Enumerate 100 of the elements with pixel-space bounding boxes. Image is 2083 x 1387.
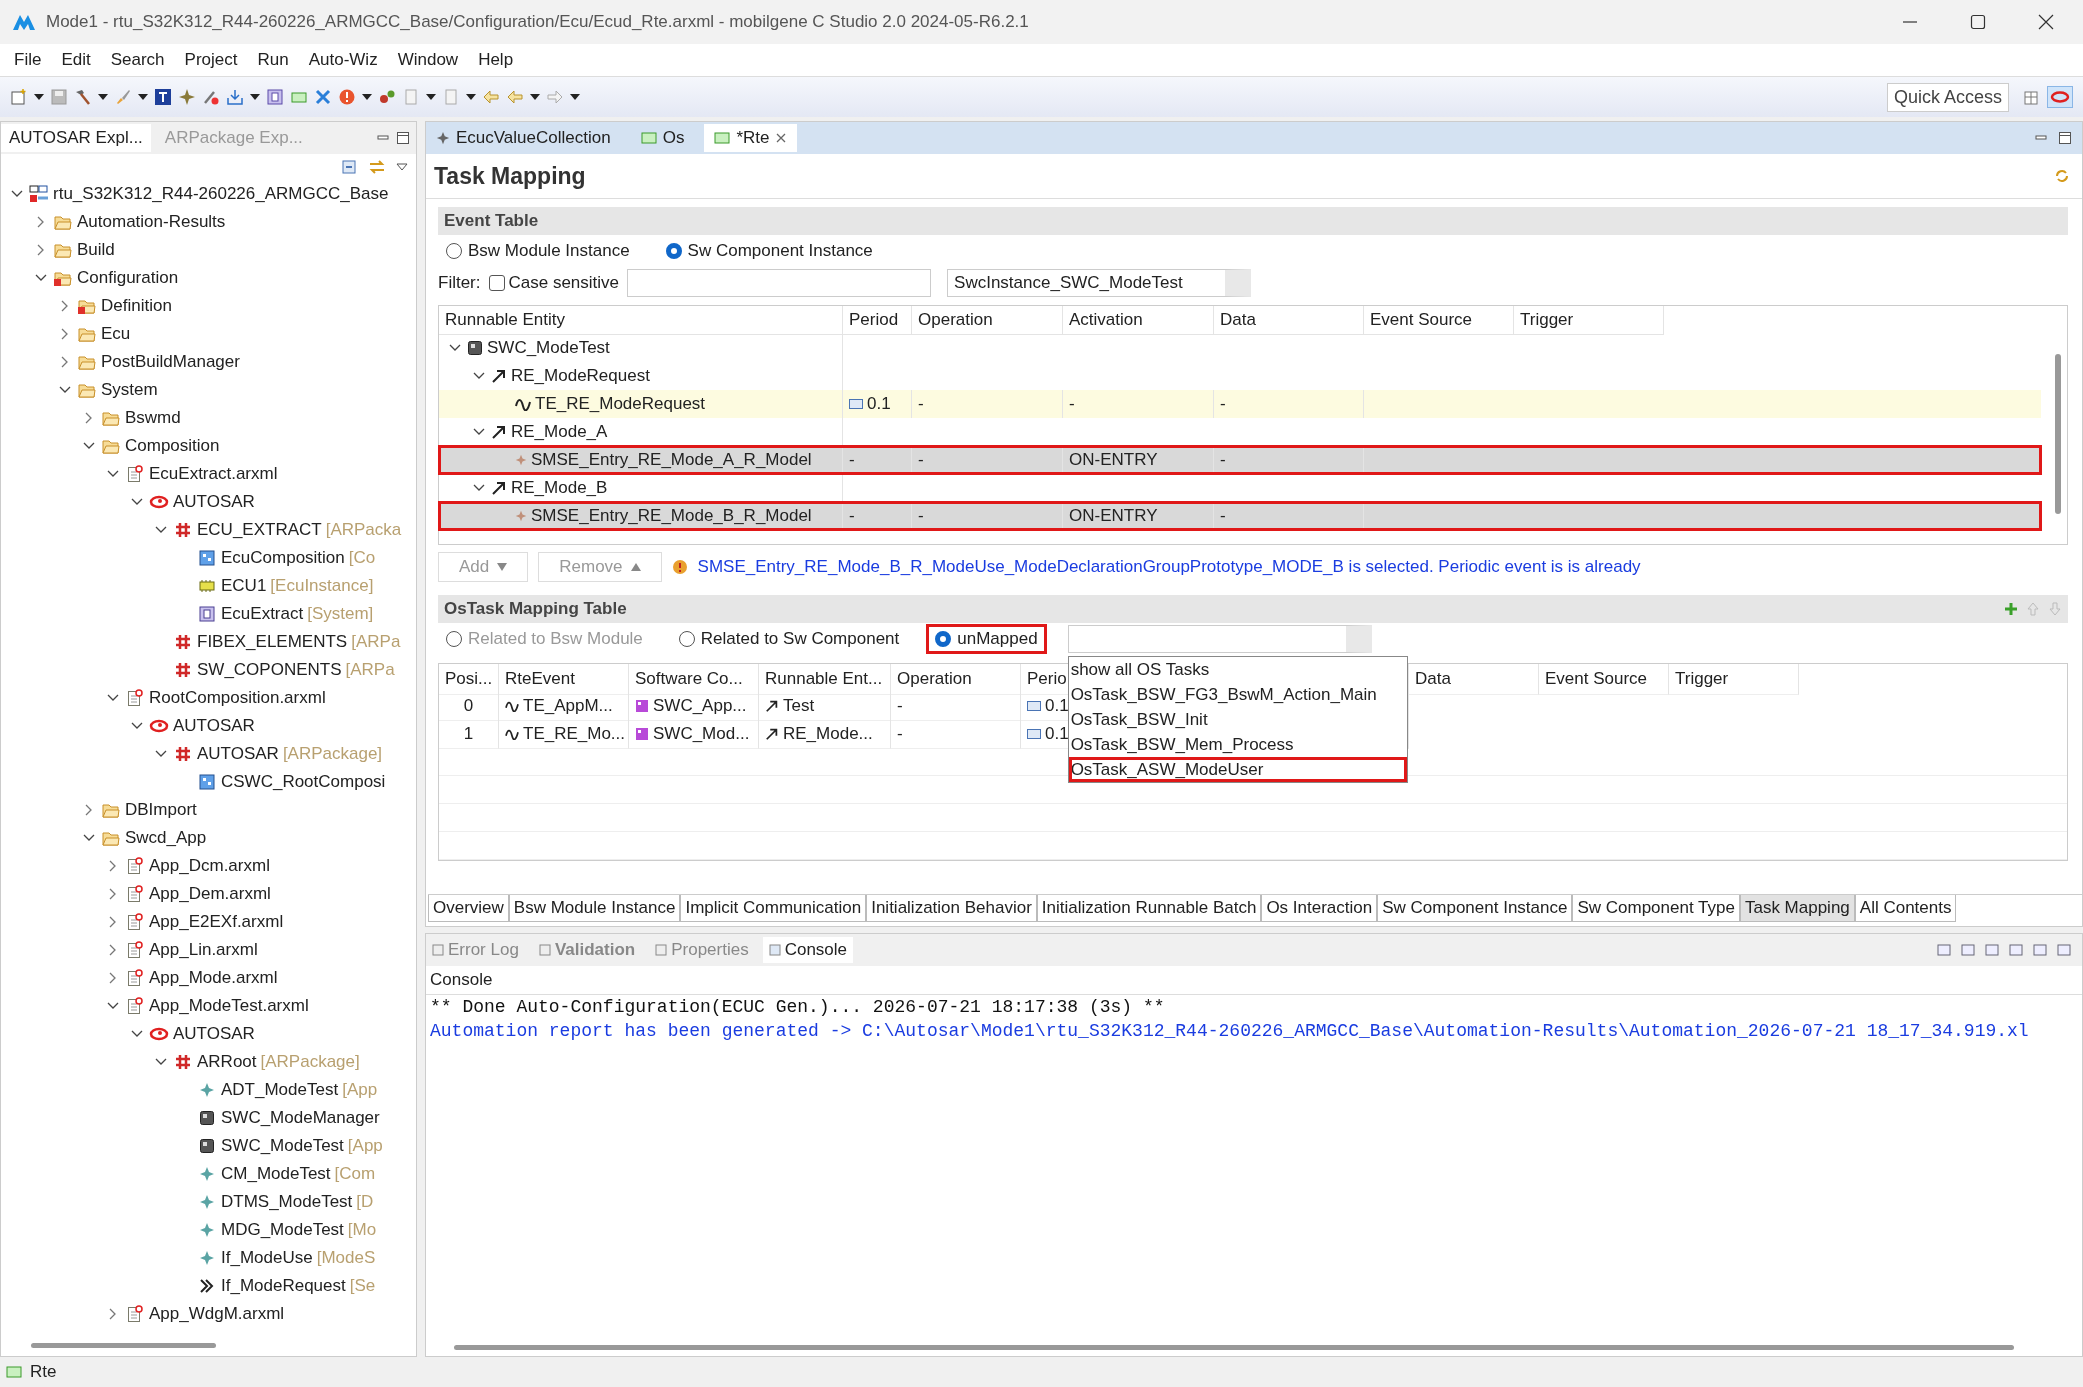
dropdown-option[interactable]: show all OS Tasks [1068, 657, 1407, 682]
tree-item[interactable]: CSWC_RootComposi [221, 772, 386, 792]
import-icon[interactable] [226, 88, 244, 106]
tree-item[interactable]: AUTOSAR [173, 716, 255, 736]
tree-item[interactable]: CM_ModeTest [221, 1164, 331, 1184]
tree-item[interactable]: EcuExtract [221, 604, 304, 624]
tree-item[interactable]: RootComposition.arxml [149, 688, 326, 708]
column-header[interactable]: Perio [1027, 669, 1067, 689]
tree-item[interactable]: DBImport [125, 800, 197, 820]
caret-icon[interactable] [570, 94, 580, 100]
chevron-right-icon[interactable] [109, 916, 117, 928]
refresh-icon[interactable] [2054, 168, 2070, 184]
filter-field[interactable] [627, 269, 932, 297]
caret-icon[interactable] [362, 94, 372, 100]
chevron-right-icon[interactable] [109, 972, 117, 984]
sparkle-icon[interactable] [178, 88, 196, 106]
caret-icon[interactable] [426, 94, 436, 100]
view-tab[interactable]: AUTOSAR Expl... [1, 124, 151, 152]
chevron-down-icon[interactable] [155, 1058, 167, 1066]
chevron-right-icon[interactable] [61, 300, 69, 312]
chevron-down-icon[interactable] [155, 750, 167, 758]
menu-item[interactable]: Window [389, 48, 467, 72]
tree-item[interactable]: AUTOSAR [173, 492, 255, 512]
table-row[interactable]: TE_RE_ModeRequest 0.1 - - - [439, 390, 2041, 418]
column-header[interactable]: Activation [1069, 309, 1143, 330]
tree-item[interactable]: If_ModeRequest [221, 1276, 346, 1296]
caret-icon[interactable] [138, 94, 148, 100]
tree-item[interactable]: AUTOSAR [173, 1024, 255, 1044]
tree-item[interactable]: App_Mode.arxml [149, 968, 278, 988]
tree-item[interactable]: ARRoot [197, 1052, 257, 1072]
cross-icon[interactable] [314, 88, 332, 106]
tree-item[interactable]: If_ModeUse [221, 1248, 313, 1268]
back-arrow-icon[interactable] [506, 88, 524, 106]
tree-item[interactable]: ECU_EXTRACT [197, 520, 322, 540]
maximize-icon[interactable] [396, 131, 410, 145]
tree-item[interactable]: App_Dem.arxml [149, 884, 271, 904]
new-file-icon[interactable] [10, 88, 28, 106]
column-header[interactable]: Software Co... [635, 669, 743, 689]
tree-item[interactable]: App_Lin.arxml [149, 940, 258, 960]
close-icon[interactable] [775, 132, 788, 144]
tree-item[interactable]: Bswmd [125, 408, 181, 428]
maximize-icon[interactable] [2058, 131, 2072, 145]
column-header[interactable]: Operation [918, 309, 993, 330]
menu-item[interactable]: Help [470, 48, 522, 72]
maximize-icon[interactable] [1969, 13, 1987, 31]
chevron-down-icon[interactable] [131, 722, 143, 730]
tree-item[interactable]: Definition [101, 296, 172, 316]
menu-item[interactable]: Run [249, 48, 297, 72]
menu-item[interactable]: Auto-Wiz [300, 48, 386, 72]
warning-icon[interactable] [338, 88, 356, 106]
add-icon[interactable] [2004, 602, 2018, 616]
tree-item[interactable]: App_WdgM.arxml [149, 1304, 285, 1324]
radio-option[interactable]: Related to Sw Component [672, 627, 906, 651]
case-sensitive-checkbox[interactable]: Case sensitive [488, 273, 620, 293]
chevron-down-icon[interactable] [473, 372, 485, 380]
link-arrows-icon[interactable] [368, 158, 386, 176]
table-row[interactable]: SMSE_Entry_RE_Mode_A_R_Model - - ON-ENTRY - [439, 446, 2041, 474]
editor-tab[interactable]: EcucValueCollection [426, 124, 621, 152]
column-header[interactable]: Event Source [1545, 669, 1648, 689]
tree-item[interactable]: Build [77, 240, 115, 260]
page-tab[interactable]: Sw Component Type [1572, 895, 1740, 922]
column-header[interactable]: Trigger [1520, 309, 1574, 330]
tree-item[interactable]: Automation-Results [77, 212, 226, 232]
menu-item[interactable]: Edit [53, 48, 99, 72]
radio-option[interactable]: Sw Component Instance [659, 239, 879, 263]
tree-item[interactable]: Configuration [77, 268, 179, 288]
radio-option[interactable]: unMapped [929, 627, 1044, 651]
back-arrow-icon[interactable] [482, 88, 500, 106]
column-header[interactable]: Data [1415, 669, 1451, 689]
gears-icon[interactable] [378, 88, 396, 106]
column-header[interactable]: Runnable Entity [445, 309, 566, 330]
brush-icon[interactable] [114, 88, 132, 106]
chevron-right-icon[interactable] [85, 804, 93, 816]
page-tab[interactable]: Implicit Communication [680, 895, 867, 922]
chevron-down-icon[interactable] [473, 428, 485, 436]
column-header[interactable]: RteEvent [505, 669, 575, 689]
caret-icon[interactable] [530, 94, 540, 100]
dropdown-option[interactable]: OsTask_ASW_ModeUser [1068, 757, 1407, 782]
tree-item[interactable]: Swcd_App [125, 828, 207, 848]
chevron-down-icon[interactable] [131, 498, 143, 506]
caret-icon[interactable] [250, 94, 260, 100]
page-tab[interactable]: Initialization Behavior [866, 895, 1037, 922]
chevron-down-icon[interactable] [107, 470, 119, 478]
page-tab[interactable]: Bsw Module Instance [508, 895, 681, 922]
dropdown-option[interactable]: OsTask_BSW_Init [1068, 707, 1407, 732]
frame-icon[interactable] [266, 88, 284, 106]
column-header[interactable]: Posi... [445, 669, 493, 689]
tree-item[interactable]: ECU1 [221, 576, 267, 596]
chevron-down-icon[interactable] [107, 694, 119, 702]
chevron-down-icon[interactable] [59, 386, 71, 394]
tree-item[interactable]: MDG_ModeTest [221, 1220, 344, 1240]
tree-item[interactable]: App_E2EXf.arxml [149, 912, 284, 932]
chevron-right-icon[interactable] [109, 860, 117, 872]
chevron-down-icon[interactable] [107, 1002, 119, 1010]
menu-item[interactable]: Search [102, 48, 173, 72]
column-header[interactable]: Data [1220, 309, 1256, 330]
editor-tab[interactable]: Os [630, 124, 695, 152]
view-tab[interactable]: Console [762, 937, 854, 963]
column-header[interactable]: Trigger [1675, 669, 1729, 689]
tree-item[interactable]: SWC_ModeManager [221, 1108, 380, 1128]
